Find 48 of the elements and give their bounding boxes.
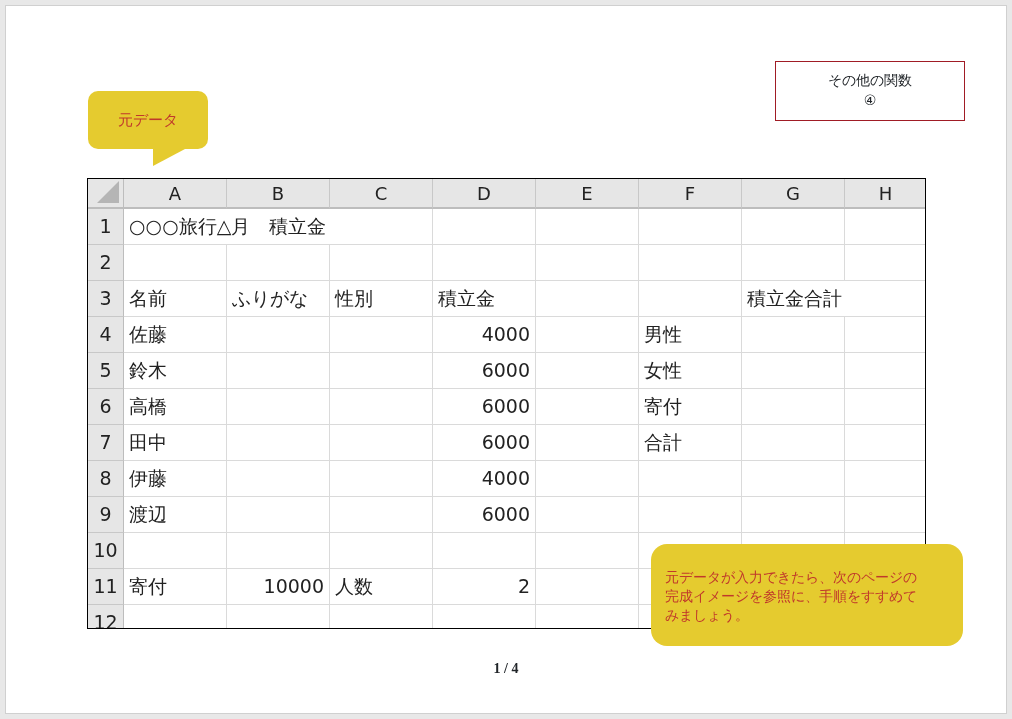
row-header: 6 [88, 389, 124, 425]
column-header: D [433, 179, 536, 209]
table-cell: 高橋 [124, 389, 227, 425]
column-header: B [227, 179, 330, 209]
table-cell: ○○○旅行△月 積立金 [124, 209, 433, 245]
title-box: その他の関数 ④ [775, 61, 965, 121]
table-cell: 性別 [330, 281, 433, 317]
row-header: 5 [88, 353, 124, 389]
table-cell: 人数 [330, 569, 433, 605]
table-cell: 合計 [639, 425, 742, 461]
row-header: 11 [88, 569, 124, 605]
table-cell: 6000 [433, 353, 536, 389]
table-cell: 10000 [227, 569, 330, 605]
column-header: G [742, 179, 845, 209]
row-header: 9 [88, 497, 124, 533]
column-header: F [639, 179, 742, 209]
table-cell: 寄付 [124, 569, 227, 605]
table-cell: 6000 [433, 497, 536, 533]
page-number: 1 / 4 [492, 660, 520, 678]
table-cell: 4000 [433, 317, 536, 353]
table-cell: 2 [433, 569, 536, 605]
table-cell: 佐藤 [124, 317, 227, 353]
table-cell: 鈴木 [124, 353, 227, 389]
row-header: 10 [88, 533, 124, 569]
table-cell: 名前 [124, 281, 227, 317]
column-header: H [845, 179, 925, 209]
row-header: 2 [88, 245, 124, 281]
row-header: 1 [88, 209, 124, 245]
table-cell: 6000 [433, 425, 536, 461]
table-cell: 積立金 [433, 281, 536, 317]
table-cell: 田中 [124, 425, 227, 461]
row-header: 3 [88, 281, 124, 317]
row-header: 7 [88, 425, 124, 461]
table-cell: ふりがな [227, 281, 330, 317]
row-header: 4 [88, 317, 124, 353]
column-header: A [124, 179, 227, 209]
table-cell: 寄付 [639, 389, 742, 425]
table-cell: 4000 [433, 461, 536, 497]
table-cell: 女性 [639, 353, 742, 389]
column-header: C [330, 179, 433, 209]
column-header: E [536, 179, 639, 209]
table-cell: 渡辺 [124, 497, 227, 533]
table-cell: 男性 [639, 317, 742, 353]
table-cell: 6000 [433, 389, 536, 425]
table-cell: 伊藤 [124, 461, 227, 497]
row-header: 8 [88, 461, 124, 497]
table-cell: 積立金合計 [742, 281, 925, 317]
callout-text: 元データが入力できたら、次のページの完成イメージを参照に、手順をすすめてみましょう。 [665, 568, 918, 625]
